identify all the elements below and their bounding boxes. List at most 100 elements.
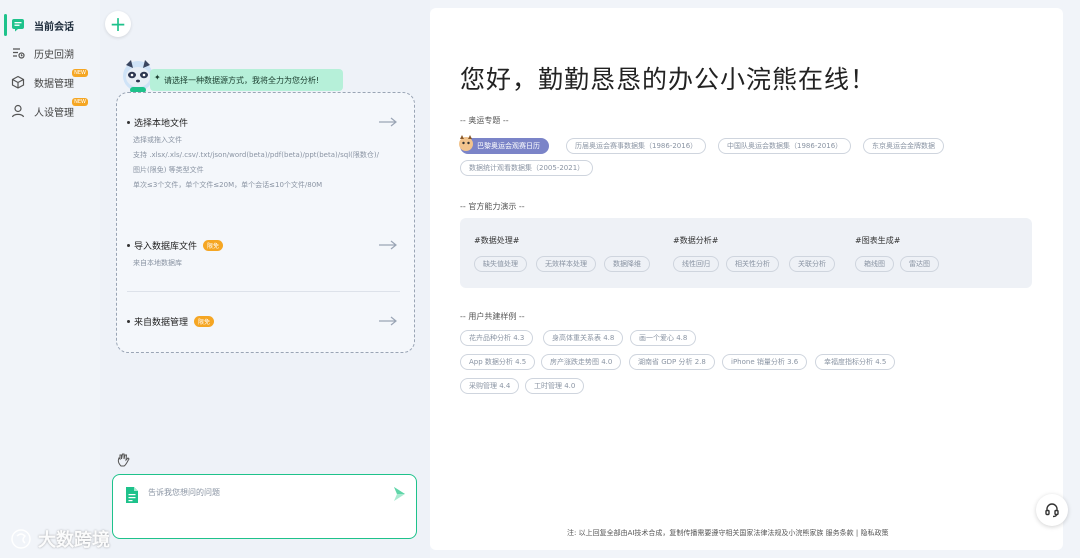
new-session-button[interactable]: + <box>105 11 131 37</box>
desc-line: 单次≤3个文件，单个文件≤20M，单个会话≤10个文件/80M <box>133 181 323 189</box>
chip-label: 画一个爱心 4.8 <box>639 334 688 342</box>
raccoon-mascot-icon <box>459 135 473 151</box>
local-file-desc: 选择或拖入文件 支持 .xlsx/.xls/.csv/.txt/json/wor… <box>133 133 383 193</box>
nav-item-current-session[interactable]: 当前会话 <box>10 14 74 36</box>
capability-chip[interactable]: 缺失值处理 <box>474 256 527 272</box>
customer-support-button[interactable] <box>1036 494 1068 526</box>
capability-chip[interactable]: 相关性分析 <box>726 256 779 272</box>
olympic-chip[interactable]: 东京奥运会金牌数据 <box>863 138 944 154</box>
olympic-chip-active[interactable]: 巴黎奥运会观赛日历 <box>459 135 549 154</box>
chip-label: 巴黎奥运会观赛日历 <box>477 142 540 150</box>
sparkle-icon: ✦ <box>154 73 161 82</box>
question-input[interactable] <box>148 487 378 517</box>
main-panel: 您好，勤勤恳恳的办公小浣熊在线！ -- 奥运专题 -- 巴黎奥运会观赛日历 历届… <box>430 8 1063 550</box>
nav-label: 历史回溯 <box>34 49 74 61</box>
user-case-chip[interactable]: 湖南省 GDP 分析 2.8 <box>629 354 715 370</box>
capability-group-head: #图表生成# <box>855 236 901 245</box>
capability-chip[interactable]: 数据降维 <box>604 256 650 272</box>
user-case-chip[interactable]: 花卉品种分析 4.3 <box>460 330 534 346</box>
nav-item-history[interactable]: 历史回溯 <box>10 42 74 64</box>
chip-label: 幸福度指标分析 4.5 <box>824 358 887 366</box>
nav-label-text: 数据管理 <box>34 78 74 90</box>
capabilities-box: #数据处理# 缺失值处理 无效样本处理 数据降维 #数据分析# 线性回归 相关性… <box>460 218 1032 288</box>
chip-label: App 数据分析 4.5 <box>469 358 527 366</box>
chat-icon <box>10 17 26 33</box>
nav-item-persona-management[interactable]: 人设管理 NEW <box>10 97 88 122</box>
capability-chip[interactable]: 雷达图 <box>900 256 939 272</box>
prompt-text: 请选择一种数据源方式，我将全力为您分析! <box>164 75 320 85</box>
capability-chip[interactable]: 无效样本处理 <box>536 256 596 272</box>
user-case-chip[interactable]: iPhone 销量分析 3.6 <box>722 354 808 370</box>
olympic-chip[interactable]: 数据统计观看数据集（2005-2021） <box>460 160 594 176</box>
person-icon <box>10 103 26 119</box>
arrow-right-icon[interactable] <box>378 315 398 327</box>
disclaimer-footer: 注: 以上回复全部由AI技术合成，复制传播需要遵守相关国家法律法规及小浣熊家族 … <box>567 529 889 537</box>
document-icon[interactable] <box>125 486 139 504</box>
question-input-box[interactable] <box>112 474 417 539</box>
nav-label: 数据管理 NEW <box>34 68 88 90</box>
chip-label: 箱线图 <box>864 260 885 268</box>
import-database-desc: 来自本地数据库 <box>133 256 383 271</box>
capability-chip[interactable]: 箱线图 <box>855 256 894 272</box>
watermark-logo-icon <box>11 529 31 549</box>
chip-label: 东京奥运会金牌数据 <box>872 142 935 150</box>
capability-chip[interactable]: 关联分析 <box>789 256 835 272</box>
arrow-right-icon[interactable] <box>378 239 398 251</box>
bullet-dot <box>127 121 130 124</box>
olympic-chip[interactable]: 历届奥运会赛事数据集（1986-2016） <box>566 138 707 154</box>
option-title: 选择本地文件 <box>134 119 189 129</box>
chip-label: 中国队奥运会数据集（1986-2016） <box>727 142 843 150</box>
chip-label: 数据统计观看数据集（2005-2021） <box>469 164 585 172</box>
olympic-section-title: -- 奥运专题 -- <box>460 116 509 125</box>
nav-active-indicator <box>4 14 7 36</box>
bullet-dot <box>127 320 130 323</box>
chip-label: 线性回归 <box>682 260 710 268</box>
arrow-right-icon[interactable] <box>378 116 398 128</box>
plus-icon: + <box>109 12 127 36</box>
user-case-chip[interactable]: App 数据分析 4.5 <box>460 354 536 370</box>
nav-label: 人设管理 NEW <box>34 97 88 119</box>
chip-label: 数据降维 <box>613 260 641 268</box>
watermark: 大数跨境 <box>10 526 110 552</box>
prompt-bubble: ✦ 请选择一种数据源方式，我将全力为您分析! <box>150 69 343 91</box>
data-management-option[interactable]: 来自数据管理 限免 <box>127 315 215 328</box>
nav-label-text: 人设管理 <box>34 107 74 119</box>
option-title: 导入数据库文件 <box>134 242 198 252</box>
greeting-title: 您好，勤勤恳恳的办公小浣熊在线！ <box>460 65 877 94</box>
chip-label: iPhone 销量分析 3.6 <box>731 358 799 366</box>
chip-label: 相关性分析 <box>735 260 770 268</box>
left-nav: 当前会话 历史回溯 数据管理 NEW 人设管理 NEW <box>0 0 100 558</box>
desc-line: 支持 .xlsx/.xls/.csv/.txt/json/word(beta)/… <box>133 151 379 174</box>
import-database-option[interactable]: 导入数据库文件 限免 <box>127 239 224 252</box>
history-list-icon <box>10 45 26 61</box>
nav-label: 当前会话 <box>34 21 74 33</box>
chip-label: 工时管理 4.0 <box>534 382 576 390</box>
option-divider <box>127 291 400 292</box>
user-case-chip[interactable]: 幸福度指标分析 4.5 <box>815 354 896 370</box>
olympic-chip[interactable]: 中国队奥运会数据集（1986-2016） <box>718 138 852 154</box>
chip-label: 湖南省 GDP 分析 2.8 <box>638 358 706 366</box>
chip-label: 雷达图 <box>909 260 930 268</box>
nav-item-data-management[interactable]: 数据管理 NEW <box>10 68 88 93</box>
chip-label: 无效样本处理 <box>545 260 587 268</box>
local-file-option[interactable]: 选择本地文件 <box>127 116 188 129</box>
capability-chip[interactable]: 线性回归 <box>673 256 719 272</box>
capability-group-head: #数据分析# <box>673 236 719 245</box>
chip-label: 历届奥运会赛事数据集（1986-2016） <box>575 142 698 150</box>
chip-label: 身高体重关系表 4.8 <box>552 334 615 342</box>
user-case-chip[interactable]: 工时管理 4.0 <box>525 378 585 394</box>
user-case-chip[interactable]: 画一个爱心 4.8 <box>630 330 697 346</box>
chip-label: 缺失值处理 <box>483 260 518 268</box>
chip-label: 花卉品种分析 4.3 <box>469 334 525 342</box>
cube-icon <box>10 74 26 90</box>
hand-wave-icon[interactable] <box>116 452 132 468</box>
limited-free-badge: 限免 <box>203 240 224 251</box>
user-case-chip[interactable]: 身高体重关系表 4.8 <box>543 330 624 346</box>
bullet-dot <box>127 244 130 247</box>
user-cases-section-title: -- 用户共建样例 -- <box>460 312 525 321</box>
send-icon[interactable] <box>392 486 406 502</box>
user-case-chip[interactable]: 房产涨跌走势图 4.0 <box>541 354 622 370</box>
user-case-chip[interactable]: 采购管理 4.4 <box>460 378 520 394</box>
watermark-text: 大数跨境 <box>38 530 110 551</box>
capabilities-section-title: -- 官方能力演示 -- <box>460 202 525 211</box>
